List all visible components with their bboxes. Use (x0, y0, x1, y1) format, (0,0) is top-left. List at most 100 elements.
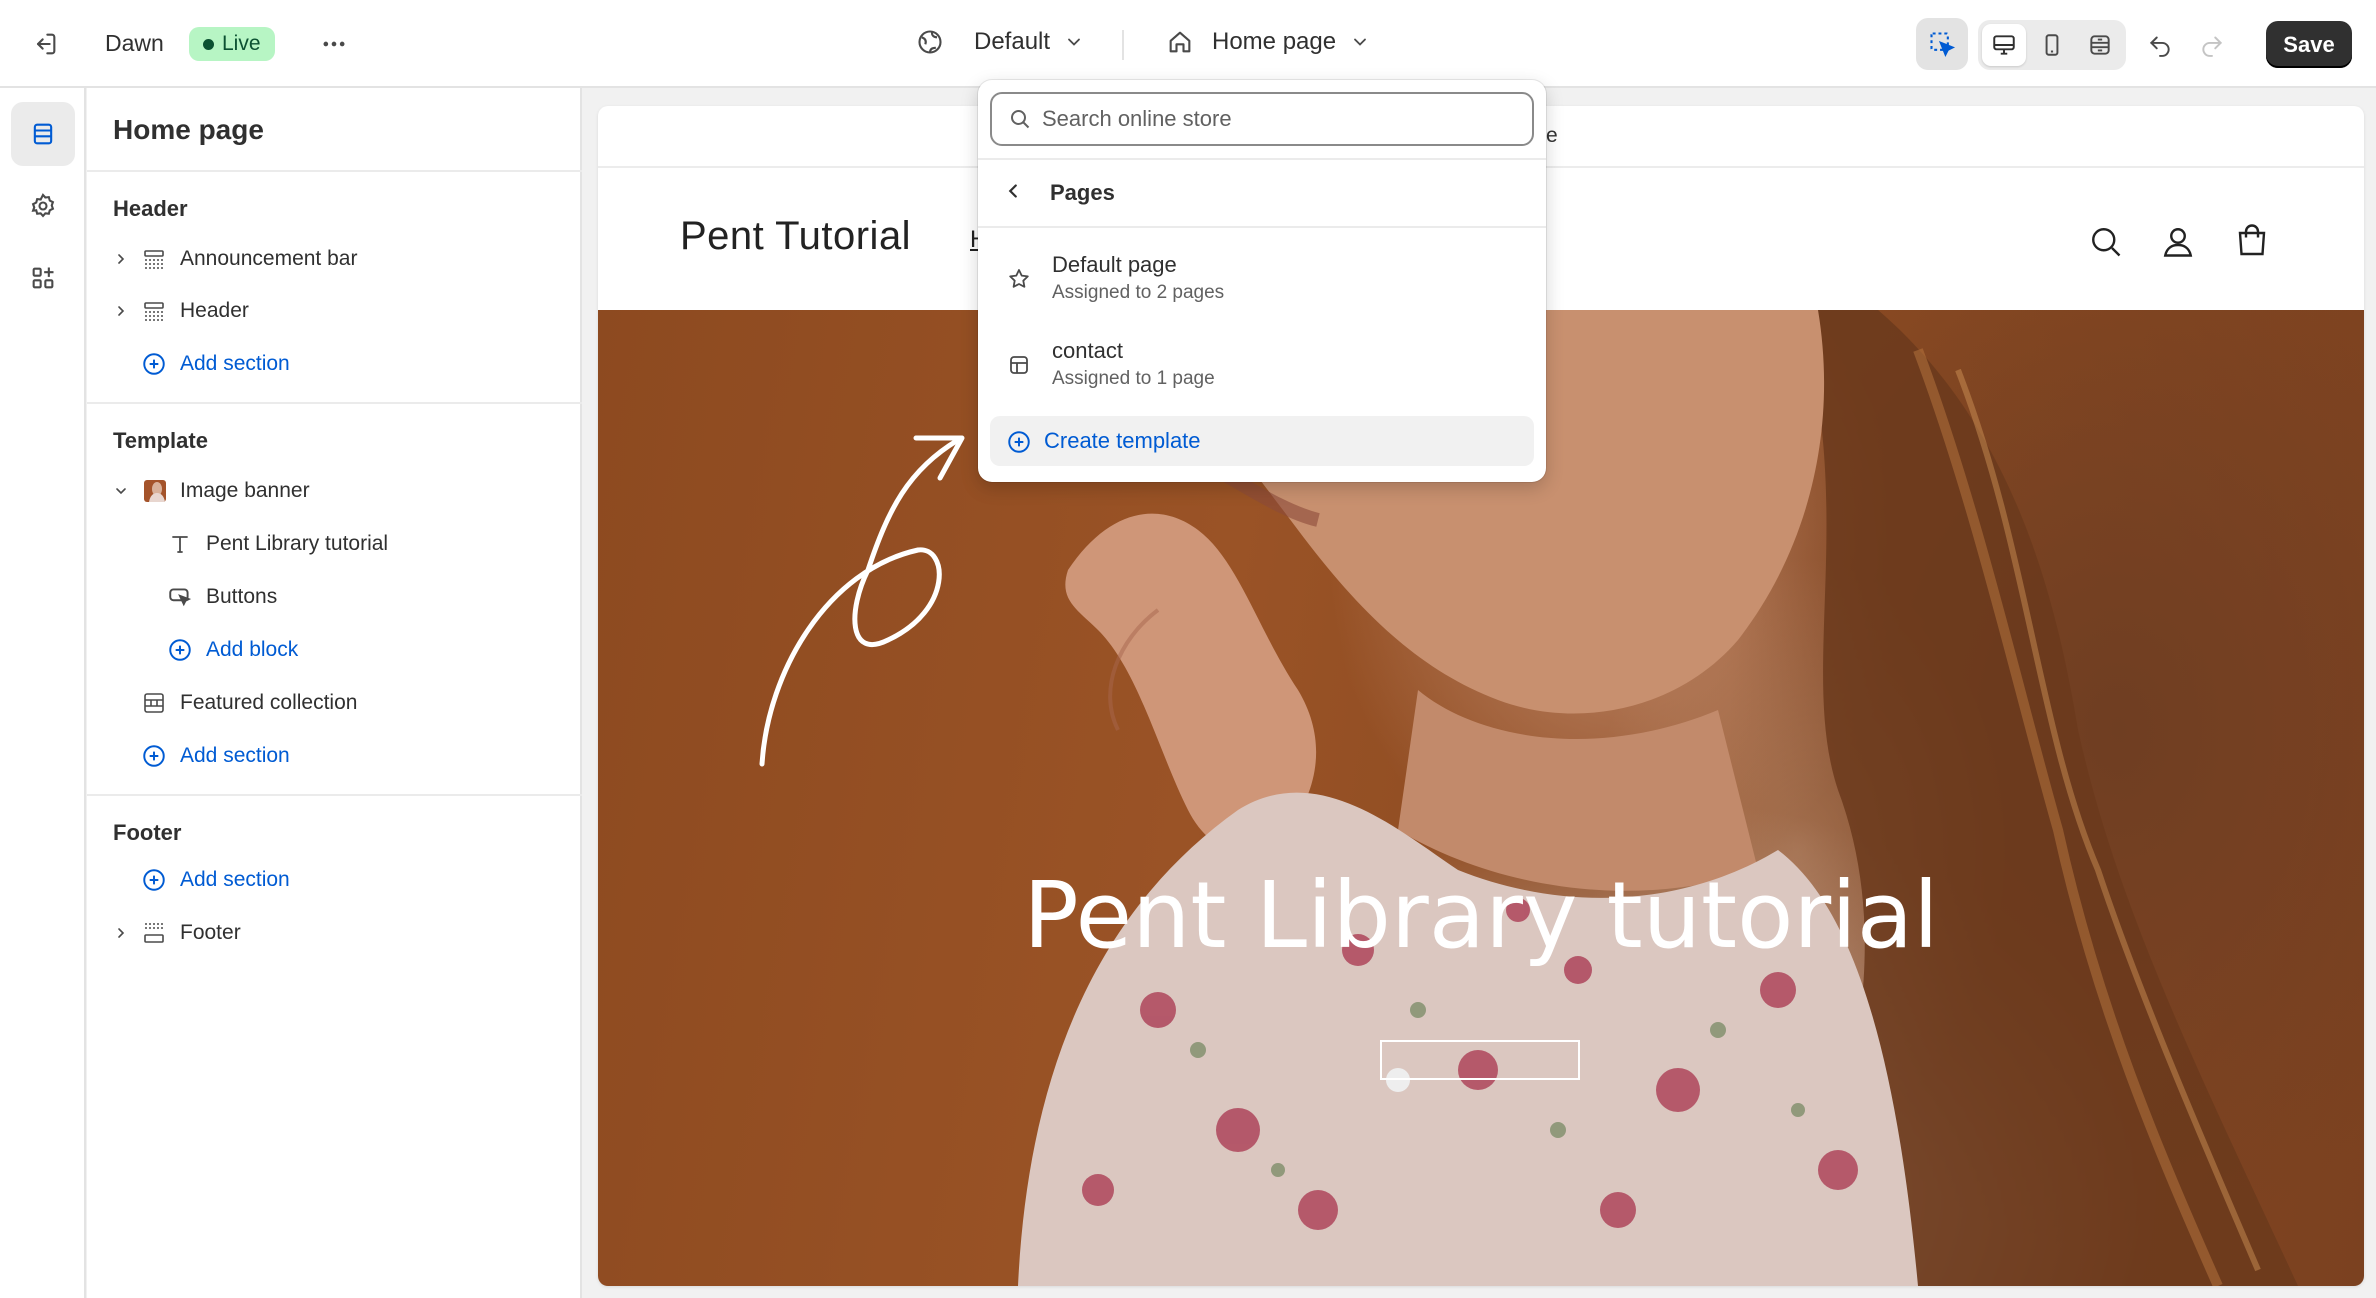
icon-rail (0, 88, 86, 1298)
section-header[interactable]: Header (87, 288, 582, 334)
account-icon[interactable] (2156, 220, 2200, 264)
chevron-left-icon[interactable] (1002, 180, 1024, 202)
search-icon (1011, 110, 1030, 129)
redo-button[interactable] (2186, 18, 2238, 70)
divider (87, 170, 582, 172)
template-option-contact[interactable]: contact Assigned to 1 page (990, 326, 1534, 404)
section-icon (141, 298, 167, 324)
device-view-group (1978, 20, 2126, 70)
page-selector-label: Home page (1212, 28, 1337, 55)
search-input[interactable] (1042, 106, 1512, 132)
text-icon (167, 531, 193, 557)
plus-circle-icon (141, 743, 167, 769)
sections-sidebar: Home page Header Announcement bar Header… (87, 88, 582, 1298)
desktop-icon (1993, 35, 2015, 55)
gear-icon (31, 193, 55, 218)
template-option-assignment: Assigned to 1 page (1052, 368, 1215, 389)
top-bar: Dawn Live Default Home page Save (0, 0, 2376, 88)
chevron-right-icon[interactable] (111, 301, 131, 321)
fullscreen-view-button[interactable] (2078, 24, 2122, 66)
globe-icon (918, 30, 942, 54)
block-label: Pent Library tutorial (206, 532, 389, 555)
section-featured-collection[interactable]: Featured collection (87, 680, 582, 726)
template-option-default-page[interactable]: Default page Assigned to 2 pages (990, 240, 1534, 318)
home-icon (1169, 31, 1191, 53)
footer-section-icon (141, 920, 167, 946)
inspector-button[interactable] (1916, 18, 1968, 70)
plus-circle-icon (141, 867, 167, 893)
status-badge: Live (189, 27, 275, 61)
apps-tab[interactable] (11, 246, 75, 310)
create-template-button[interactable]: Create template (990, 416, 1534, 466)
banner-heading[interactable]: Pent Library tutorial (598, 862, 2364, 969)
theme-name: Dawn (105, 30, 164, 56)
search-icon[interactable] (2084, 220, 2128, 264)
chevron-down-icon (1354, 38, 1366, 46)
chevron-right-icon[interactable] (111, 249, 131, 269)
section-label: Image banner (180, 479, 310, 502)
exit-button[interactable] (18, 17, 72, 71)
section-label: Featured collection (180, 691, 358, 714)
add-block-button[interactable]: Add block (87, 627, 582, 673)
template-selector-label: Default (974, 28, 1051, 55)
block-heading[interactable]: Pent Library tutorial (87, 521, 582, 567)
layout-icon (1006, 352, 1032, 378)
select-cursor-icon (1930, 32, 1956, 58)
chevron-down-icon (1068, 38, 1080, 46)
undo-icon (2149, 36, 2170, 57)
plus-circle-icon (167, 637, 193, 663)
exit-icon (36, 33, 56, 55)
section-label: Announcement bar (180, 247, 358, 270)
search-field[interactable] (990, 92, 1534, 146)
divider (87, 402, 582, 404)
star-icon (1006, 266, 1032, 292)
desktop-view-button[interactable] (1982, 24, 2026, 66)
divider (87, 794, 582, 796)
fullscreen-icon (2090, 35, 2110, 55)
page-selector[interactable]: Home page (1166, 28, 1370, 56)
button-pointer-icon (167, 584, 193, 610)
create-template-label: Create template (1044, 428, 1201, 453)
section-label: Header (180, 299, 249, 322)
add-section-label: Add section (180, 868, 290, 891)
sections-icon (33, 123, 53, 145)
chevron-down-icon[interactable] (111, 481, 131, 501)
live-dot-icon (203, 38, 214, 50)
ellipsis-icon (323, 41, 345, 47)
save-button[interactable]: Save (2266, 21, 2352, 68)
cart-icon[interactable] (2230, 220, 2274, 264)
section-label: Footer (180, 921, 241, 944)
back-to-pages-row[interactable]: Pages (978, 160, 1546, 224)
template-option-name: contact (1052, 338, 1123, 363)
section-announcement-bar[interactable]: Announcement bar (87, 236, 582, 282)
sections-tab[interactable] (11, 102, 75, 166)
add-section-footer-button[interactable]: Add section (87, 857, 582, 903)
template-option-name: Default page (1052, 252, 1177, 277)
plus-circle-icon (1008, 431, 1030, 453)
collection-icon (141, 690, 167, 716)
banner-button[interactable] (1380, 1040, 1580, 1080)
add-section-label: Add section (180, 352, 290, 375)
store-logo-text[interactable]: Pent Tutorial (680, 214, 911, 259)
section-image-banner[interactable]: Image banner (87, 468, 582, 514)
template-selector[interactable]: Default (916, 28, 1084, 56)
section-icon (141, 246, 167, 272)
toolbar-divider (1122, 30, 1124, 60)
add-section-header-button[interactable]: Add section (87, 341, 582, 387)
redo-icon (2202, 36, 2223, 57)
block-buttons[interactable]: Buttons (87, 574, 582, 620)
image-thumbnail-icon (142, 478, 168, 504)
chevron-right-icon[interactable] (111, 923, 131, 943)
template-picker-popover: Pages Default page Assigned to 2 pages c… (978, 80, 1546, 482)
mobile-view-button[interactable] (2030, 24, 2074, 66)
section-footer[interactable]: Footer (87, 910, 582, 956)
plus-circle-icon (141, 351, 167, 377)
more-actions-button[interactable] (307, 17, 361, 71)
theme-settings-tab[interactable] (11, 174, 75, 238)
add-section-template-button[interactable]: Add section (87, 733, 582, 779)
pages-title: Pages (1050, 180, 1115, 205)
template-option-assignment: Assigned to 2 pages (1052, 282, 1225, 303)
undo-button[interactable] (2134, 18, 2186, 70)
sidebar-title: Home page (113, 114, 264, 145)
add-block-label: Add block (206, 638, 299, 661)
